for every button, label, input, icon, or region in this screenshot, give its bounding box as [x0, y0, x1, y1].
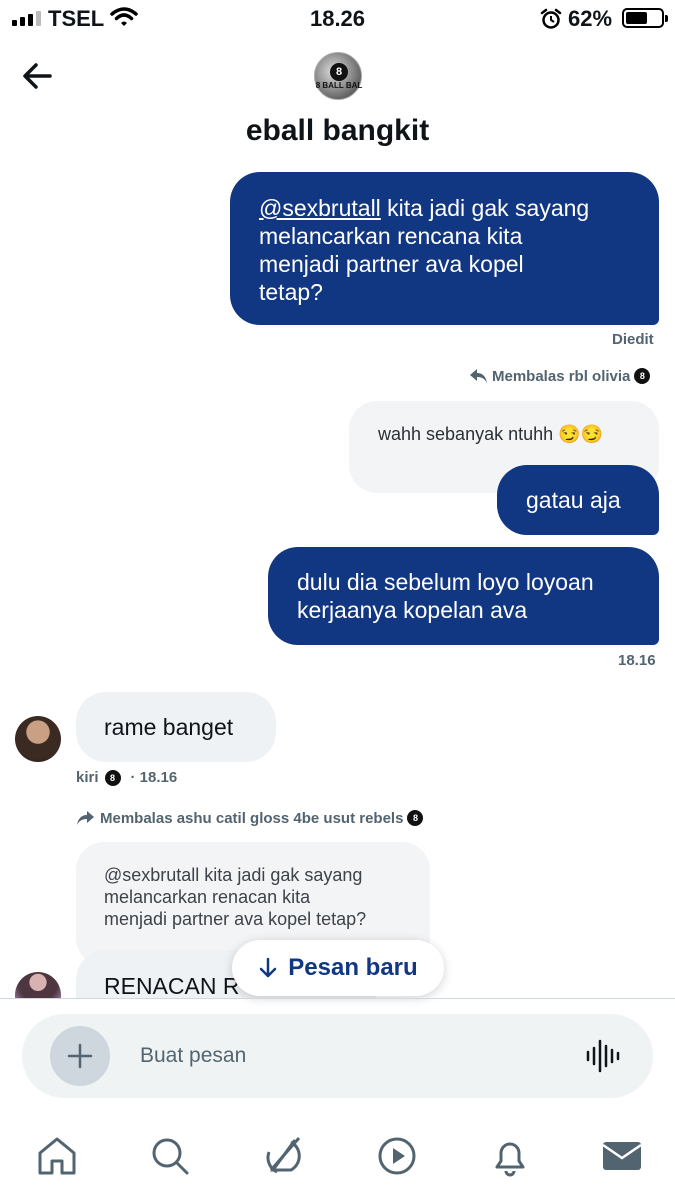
new-messages-label: Pesan baru	[288, 954, 418, 981]
arrow-left-icon	[23, 63, 52, 89]
message-text: kerjaanya kopelan ava	[297, 597, 528, 623]
message-input[interactable]	[140, 1014, 560, 1098]
timestamp: · 18.16	[130, 769, 178, 786]
back-button[interactable]	[18, 58, 58, 94]
video-icon[interactable]	[375, 1134, 419, 1178]
battery-percent: 62%	[568, 6, 613, 31]
message-text-segment: menjadi partner ava kopel	[259, 251, 524, 277]
sent-message-bubble[interactable]: @sexbrutall kita jadi gak sayang melanca…	[230, 172, 659, 325]
reply-to-text: Membalas ashu catil gloss 4be usut rebel…	[100, 809, 404, 827]
sender-meta: kiri 8 · 18.16	[76, 769, 177, 786]
search-icon[interactable]	[148, 1134, 192, 1178]
grok-icon[interactable]	[261, 1134, 305, 1178]
received-message-bubble[interactable]: rame banget	[76, 692, 276, 762]
eight-ball-icon: 8	[330, 63, 348, 81]
sender-name[interactable]: kiri	[76, 769, 99, 786]
battery-icon	[622, 8, 668, 28]
voice-message-icon[interactable]	[584, 1038, 620, 1074]
eight-ball-icon: 8	[407, 810, 424, 826]
message-text: RENACAN R	[104, 973, 240, 998]
sent-message-bubble[interactable]: gatau aja	[497, 465, 659, 535]
conversation-header: 8 8 BALL BAL eball bangkit	[0, 40, 675, 166]
plus-icon	[67, 1043, 93, 1069]
sent-message-bubble[interactable]: dulu dia sebelum loyo loyoan kerjaanya k…	[268, 547, 659, 645]
message-text-segment: tetap?	[259, 279, 323, 305]
quoted-message-text: wahh sebanyak ntuhh 😏😏	[378, 424, 603, 444]
reply-to-text: Membalas rbl olivia	[492, 367, 631, 385]
edited-label: Diedit	[612, 331, 654, 348]
reply-arrow-icon	[470, 369, 487, 383]
forward-arrow-icon	[77, 811, 94, 825]
group-avatar[interactable]: 8 8 BALL BAL	[314, 52, 362, 100]
conversation-title[interactable]: eball bangkit	[0, 114, 675, 148]
sender-avatar[interactable]	[15, 716, 61, 762]
add-media-button[interactable]	[50, 1026, 110, 1086]
status-bar: TSEL 18.26 62%	[0, 0, 675, 40]
eight-ball-icon: 8	[104, 769, 121, 786]
alarm-icon	[540, 8, 562, 29]
reply-to-label[interactable]: Membalas ashu catil gloss 4be usut rebel…	[76, 809, 424, 827]
home-icon[interactable]	[35, 1134, 79, 1178]
message-text-segment: melancarkan rencana kita	[259, 223, 523, 249]
message-text: rame banget	[104, 714, 234, 740]
quoted-message-text: @sexbrutall kita jadi gak sayang	[104, 865, 363, 885]
messages-icon[interactable]	[600, 1134, 644, 1178]
quoted-message-text: melancarkan renacan kita	[104, 887, 311, 907]
eight-ball-icon: 8	[634, 368, 651, 384]
message-text: @sexbrutall kita jadi gak sayang melanca…	[259, 194, 631, 306]
new-messages-button[interactable]: Pesan baru	[232, 940, 444, 996]
group-avatar-logo: 8 BALL BAL	[315, 81, 363, 90]
message-text-segment: kita jadi gak sayang	[380, 195, 590, 221]
quoted-message-text: menjadi partner ava kopel tetap?	[104, 909, 367, 929]
arrow-down-icon	[260, 957, 277, 978]
composer-divider	[0, 998, 675, 999]
notifications-icon[interactable]	[488, 1134, 532, 1178]
timestamp: 18.16	[618, 652, 656, 669]
reply-to-label[interactable]: Membalas rbl olivia 8	[468, 367, 651, 385]
mention-link[interactable]: @sexbrutall	[259, 195, 381, 221]
bottom-tab-bar	[0, 1120, 675, 1200]
message-text: dulu dia sebelum loyo loyoan	[297, 569, 594, 595]
message-text: gatau aja	[526, 487, 621, 513]
sender-avatar[interactable]	[15, 972, 61, 998]
message-composer	[22, 1014, 653, 1098]
